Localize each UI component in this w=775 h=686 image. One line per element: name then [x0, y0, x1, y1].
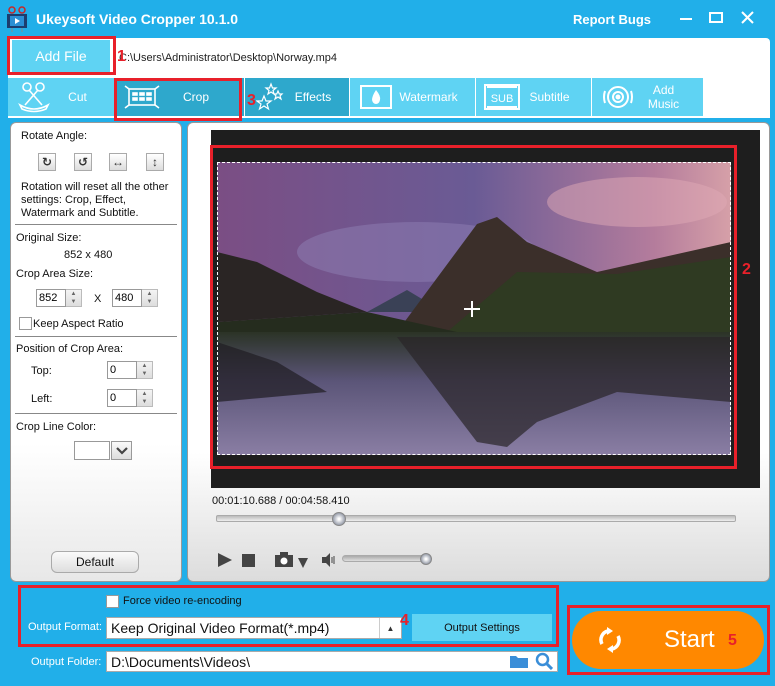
tab-label: Crop — [182, 90, 209, 104]
add-file-button[interactable]: Add File — [12, 40, 110, 72]
tab-label: Cut — [68, 90, 87, 104]
crop-height-input[interactable] — [112, 289, 142, 307]
tab-subtitle[interactable]: SUB Subtitle — [476, 78, 592, 116]
rotate-angle-label: Rotate Angle: — [21, 130, 88, 142]
tab-add-music[interactable]: Add Music — [592, 78, 704, 116]
original-size-value: 852 x 480 — [64, 249, 113, 261]
tab-label: Effects — [294, 90, 332, 104]
rotation-note: settings: Crop, Effect, — [21, 194, 126, 206]
output-format-value: Keep Original Video Format(*.mp4) — [111, 620, 330, 636]
watermark-icon — [356, 81, 396, 113]
report-bugs-link[interactable]: Report Bugs — [573, 12, 651, 27]
flip-vertical-icon[interactable]: ↕ — [146, 153, 164, 171]
force-reencode-label: Force video re-encoding — [123, 595, 242, 607]
crop-width-arrows[interactable]: ▲ ▼ — [66, 289, 82, 307]
divider — [15, 224, 177, 225]
tab-watermark[interactable]: Watermark — [350, 78, 476, 116]
crop-height-stepper[interactable]: ▲▼ — [112, 289, 158, 307]
minimize-icon[interactable] — [676, 8, 696, 28]
output-folder-input[interactable]: D:\Documents\Videos\ — [106, 651, 558, 672]
crosshair-icon[interactable] — [463, 300, 481, 318]
close-icon[interactable] — [738, 8, 758, 28]
crop-settings-panel: Rotate Angle: ↻ ↺ ↔ ↕ Rotation will rese… — [10, 122, 182, 582]
play-icon[interactable] — [217, 552, 233, 573]
rotation-note: Watermark and Subtitle. — [21, 207, 139, 219]
stars-icon — [251, 81, 291, 113]
search-icon[interactable] — [535, 652, 554, 671]
keep-aspect-ratio-label: Keep Aspect Ratio — [33, 318, 124, 330]
crop-width-stepper[interactable]: ▲▼ — [36, 289, 82, 307]
top-stepper[interactable]: ▲▼ — [107, 361, 153, 379]
crop-line-color-label: Crop Line Color: — [16, 421, 97, 433]
rotation-note: Rotation will reset all the other — [21, 181, 169, 193]
tab-cut[interactable]: Cut — [8, 78, 116, 116]
subtitle-icon: SUB — [482, 81, 522, 113]
scissors-icon — [14, 81, 54, 113]
keep-aspect-ratio-checkbox[interactable] — [19, 317, 32, 330]
app-logo-icon — [6, 6, 28, 32]
top-arrows[interactable]: ▲ ▼ — [137, 361, 153, 379]
volume-slider[interactable] — [342, 555, 428, 562]
stop-icon[interactable] — [242, 554, 255, 572]
output-format-label: Output Format: — [28, 621, 102, 633]
maximize-icon[interactable] — [706, 8, 726, 28]
rotate-right-icon[interactable]: ↻ — [38, 153, 56, 171]
crop-area-size-label: Crop Area Size: — [16, 268, 94, 280]
left-arrows[interactable]: ▲ ▼ — [137, 389, 153, 407]
crop-height-arrows[interactable]: ▲ ▼ — [142, 289, 158, 307]
svg-text:SUB: SUB — [491, 93, 514, 105]
crop-line-color-swatch[interactable] — [74, 441, 110, 460]
seek-slider[interactable] — [216, 515, 736, 522]
chevron-down-icon[interactable] — [111, 441, 132, 460]
start-label: Start — [664, 626, 715, 653]
left-input[interactable] — [107, 389, 137, 407]
tab-label: Watermark — [399, 90, 458, 104]
time-readout: 00:01:10.688 / 00:04:58.410 — [212, 495, 350, 507]
music-icon — [598, 81, 638, 113]
rotate-left-icon[interactable]: ↺ — [74, 153, 92, 171]
app-title: Ukeysoft Video Cropper 10.1.0 — [36, 11, 239, 27]
crop-icon — [122, 81, 162, 113]
crop-size-separator: X — [94, 293, 102, 305]
position-label: Position of Crop Area: — [16, 343, 124, 355]
default-button[interactable]: Default — [51, 551, 139, 573]
left-label: Left: — [31, 393, 53, 405]
volume-icon[interactable] — [322, 553, 336, 572]
tab-effects[interactable]: Effects — [245, 78, 350, 116]
output-settings-button[interactable]: Output Settings — [412, 614, 552, 641]
tab-label: Add Music — [647, 83, 680, 111]
volume-slider-thumb[interactable] — [420, 553, 432, 565]
camera-dropdown-icon[interactable] — [298, 555, 308, 573]
feature-tabs: Cut Crop Effects Watermark SUB Subtitle … — [8, 78, 770, 118]
start-button[interactable]: Start — [572, 611, 764, 669]
top-input[interactable] — [107, 361, 137, 379]
flip-horizontal-icon[interactable]: ↔ — [109, 153, 127, 171]
file-path: C:\Users\Administrator\Desktop\Norway.mp… — [119, 52, 338, 64]
left-stepper[interactable]: ▲▼ — [107, 389, 153, 407]
output-format-select[interactable]: Keep Original Video Format(*.mp4) ▲ — [106, 617, 402, 639]
crop-width-input[interactable] — [36, 289, 66, 307]
tab-crop[interactable]: Crop — [116, 78, 245, 116]
top-label: Top: — [31, 365, 52, 377]
output-folder-label: Output Folder: — [31, 656, 102, 668]
folder-icon[interactable] — [510, 654, 528, 668]
dropdown-arrow-icon[interactable]: ▲ — [379, 618, 401, 638]
original-size-label: Original Size: — [16, 232, 82, 244]
divider — [15, 336, 177, 337]
tab-label: Subtitle — [529, 90, 570, 104]
force-reencode-checkbox[interactable] — [106, 595, 119, 608]
seek-slider-thumb[interactable] — [331, 512, 346, 526]
divider — [15, 413, 177, 414]
convert-refresh-icon — [596, 626, 624, 654]
camera-icon[interactable] — [275, 552, 293, 572]
